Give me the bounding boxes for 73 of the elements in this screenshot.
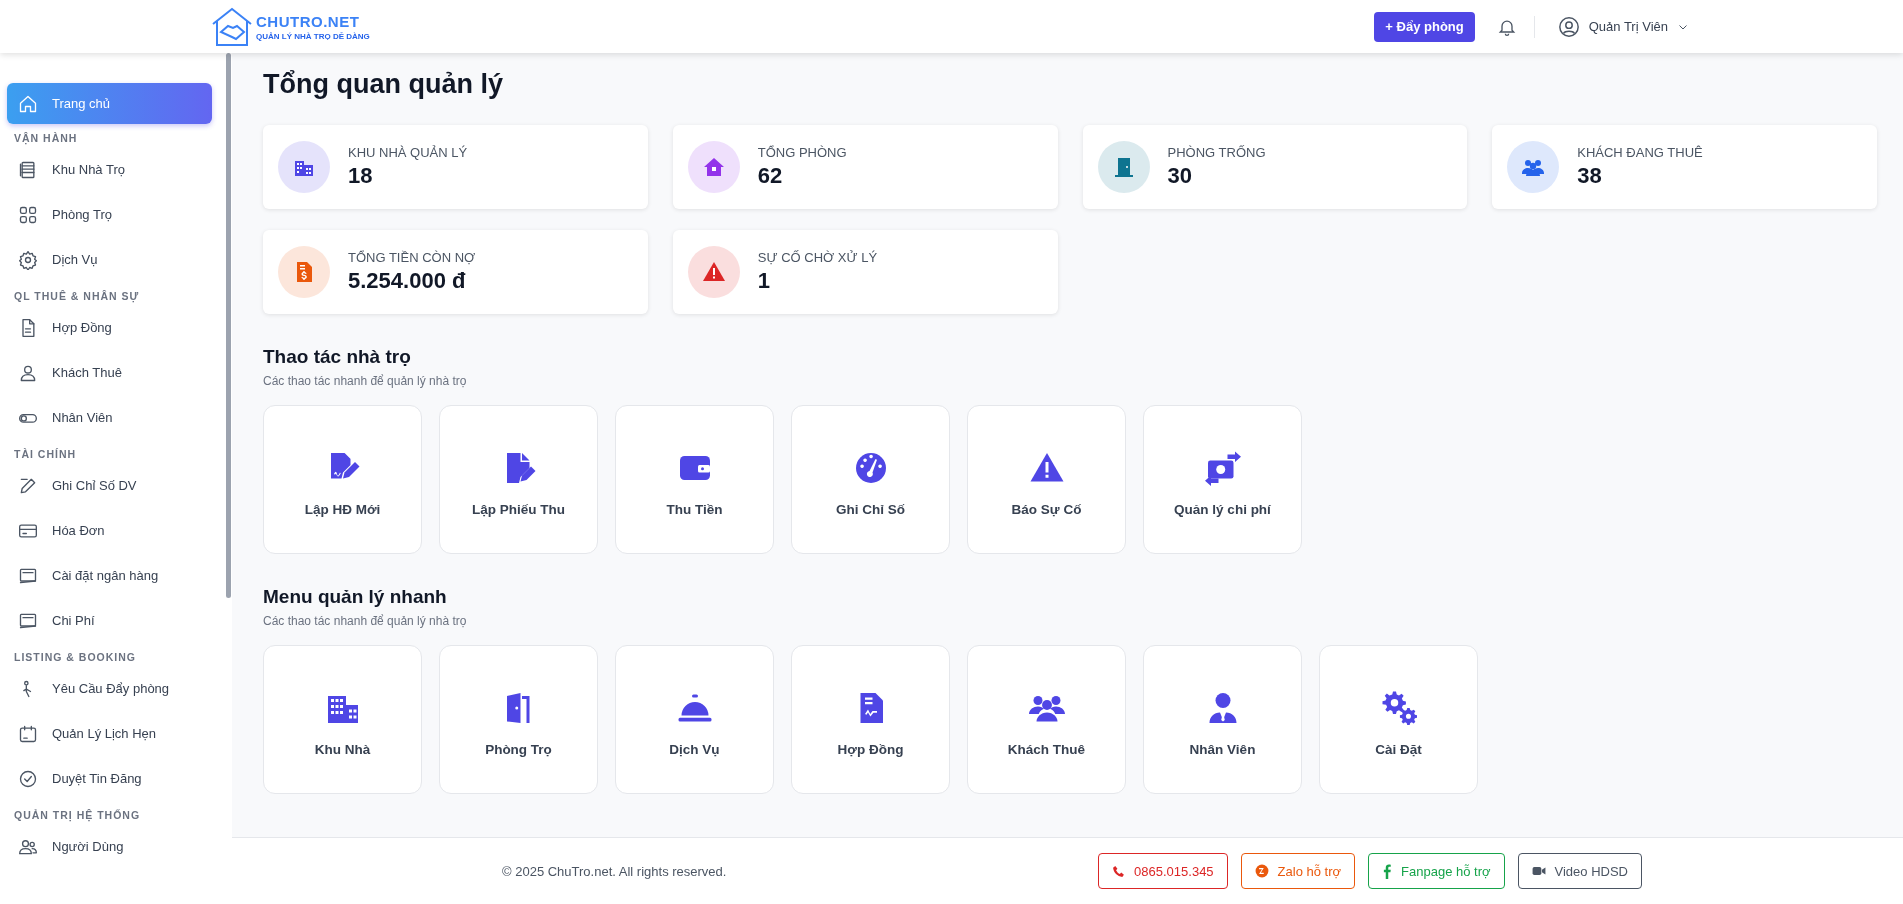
quick-action-tile[interactable]: Nhân Viên [1143, 645, 1302, 794]
stat-label: KHÁCH ĐANG THUÊ [1577, 145, 1703, 160]
sidebar-section-heading: QUẢN TRỊ HỆ THỐNG [13, 808, 142, 824]
sidebar-item[interactable]: Yêu Cầu Đẩy phòng [7, 666, 212, 711]
stat-value: 18 [348, 163, 374, 189]
check-circle-icon [18, 768, 38, 789]
push-room-button[interactable]: + Đẩy phòng [1374, 11, 1475, 42]
quick-action-tile[interactable]: Hợp Đồng [791, 645, 950, 794]
logo-text: CHUTRO.NET [256, 12, 361, 31]
sidebar-item[interactable]: Khách Thuê [7, 350, 212, 395]
stat-value: 5.254.000 đ [348, 268, 467, 294]
quick-action-tile[interactable]: Báo Sự Cố [967, 405, 1126, 554]
stat-value: 62 [757, 163, 784, 189]
sidebar-section-heading: QL THUÊ & NHÂN SỰ [13, 289, 141, 305]
money-exchange-icon [1204, 449, 1241, 486]
section-title: Menu quản lý nhanh [263, 586, 448, 608]
home-icon [18, 93, 38, 114]
settings-icon [18, 249, 38, 270]
sidebar-section-heading: LISTING & BOOKING [13, 650, 137, 665]
quick-action-tile[interactable]: Lập Phiếu Thu [439, 405, 598, 554]
house-handshake-icon [210, 5, 254, 48]
stat-value: 1 [757, 268, 771, 294]
support-button[interactable]: Video HDSD [1517, 853, 1642, 889]
stat-label: KHU NHÀ QUẢN LÝ [348, 145, 468, 160]
section-subtitle: Các thao tác nhanh để quản lý nhà trọ [263, 374, 468, 388]
quick-action-tile[interactable]: Thu Tiền [615, 405, 774, 554]
sidebar-item[interactable]: Phòng Trọ [7, 192, 212, 237]
quick-action-tile[interactable]: Phòng Trọ [439, 645, 598, 794]
stat-label: PHÒNG TRỐNG [1167, 145, 1266, 160]
sidebar-item[interactable]: Ghi Chỉ Số DV [7, 463, 212, 508]
sidebar-item[interactable]: Hóa Đơn [7, 508, 212, 553]
sidebar-item[interactable]: Người Dùng [7, 824, 212, 869]
sidebar-item[interactable]: Trang chủ [7, 83, 212, 124]
user-avatar-icon [1557, 15, 1580, 38]
stat-value: 38 [1577, 163, 1603, 189]
stat-value: 30 [1167, 163, 1193, 189]
sidebar-item[interactable]: Cài đặt ngân hàng [7, 553, 212, 598]
list-icon [18, 159, 38, 180]
grid-icon [18, 204, 38, 225]
support-button[interactable]: Zalo hỗ trợ [1240, 853, 1356, 889]
section-title: Thao tác nhà trọ [263, 346, 412, 368]
quick-action-tile[interactable]: Khu Nhà [263, 645, 422, 794]
sidebar-item[interactable]: Quản Lý Lịch Hẹn [7, 711, 212, 756]
page-title: Tổng quan quản lý [263, 69, 504, 100]
sidebar-item[interactable]: Dịch Vụ [7, 237, 212, 282]
stat-label: TỔNG PHÒNG [757, 145, 847, 160]
phone-icon [1112, 864, 1126, 878]
stat-label: SỰ CỐ CHỜ XỬ LÝ [757, 250, 878, 265]
video-camera-icon [1531, 865, 1546, 877]
quick-action-tile[interactable]: Ghi Chỉ Số [791, 405, 950, 554]
chat-bubble-icon [1254, 864, 1269, 878]
logo-tagline: QUẢN LÝ NHÀ TRỌ DỄ DÀNG [256, 31, 370, 41]
stat-label: TỔNG TIỀN CÒN NỢ [348, 250, 476, 265]
section-subtitle: Các thao tác nhanh để quản lý nhà trọ [263, 614, 468, 628]
user-menu[interactable]: Quản Trị Viên [1551, 14, 1695, 39]
facebook-icon [1382, 863, 1393, 879]
sidebar-item[interactable]: Nhân Viên [7, 395, 212, 440]
sidebar-section-heading: TÀI CHÍNH [13, 447, 78, 462]
quick-action-tile[interactable]: Cài Đặt [1319, 645, 1478, 794]
sidebar-item[interactable]: Khu Nhà Trọ [7, 147, 212, 192]
quick-action-tile[interactable]: Quản lý chi phí [1143, 405, 1302, 554]
calendar-icon [18, 723, 38, 744]
quick-action-tile[interactable]: Lập HĐ Mới [263, 405, 422, 554]
quick-action-tile[interactable]: Khách Thuê [967, 645, 1126, 794]
sidebar-item[interactable]: Chi Phí [7, 598, 212, 643]
scrollbar-thumb[interactable] [226, 53, 231, 598]
gears-icon [1380, 689, 1417, 726]
sidebar-item[interactable]: Duyệt Tin Đăng [7, 756, 212, 801]
copyright-text: © 2025 ChuTro.net. All rights reserved. [502, 863, 727, 879]
sidebar-item[interactable]: Hợp Đồng [7, 305, 212, 350]
sidebar-section-heading: VẬN HÀNH [13, 131, 79, 147]
support-button[interactable]: 0865.015.345 [1098, 853, 1228, 889]
quick-action-tile[interactable]: Dịch Vụ [615, 645, 774, 794]
